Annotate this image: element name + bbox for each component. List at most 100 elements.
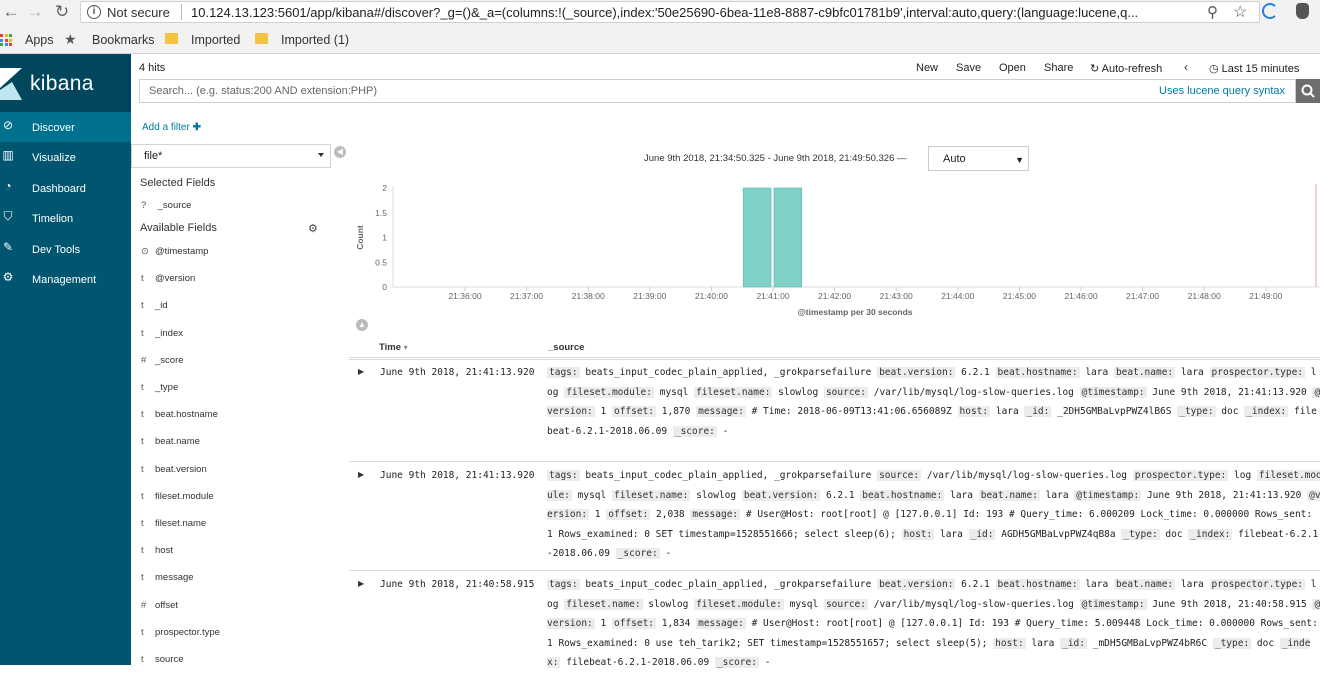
field-item[interactable]: t host <box>141 545 173 556</box>
apps-icon[interactable] <box>0 34 12 46</box>
source-value: - <box>665 548 672 560</box>
kibana-wordmark: kibana <box>30 72 94 95</box>
sync-extension-icon[interactable] <box>1262 3 1278 19</box>
share-button[interactable]: Share <box>1044 62 1073 74</box>
forward-icon[interactable]: → <box>24 3 46 21</box>
open-button[interactable]: Open <box>999 62 1026 74</box>
back-icon[interactable]: ← <box>0 3 22 21</box>
auto-refresh-button[interactable]: ↻ Auto-refresh <box>1090 62 1162 75</box>
nav-discover[interactable]: ⊘ Discover <box>0 112 131 142</box>
source-value: AGDH5GMBaLvpPWZ4qB8a <box>1001 528 1116 540</box>
sort-down-icon[interactable]: ▾ <box>404 343 408 352</box>
source-value: lara <box>995 406 1019 418</box>
reload-icon[interactable]: ↻ <box>51 3 73 21</box>
time-range-label: June 9th 2018, 21:34:50.325 - June 9th 2… <box>644 153 907 164</box>
source-key: message: <box>696 618 746 630</box>
index-pattern-select[interactable]: file* <box>131 144 331 168</box>
field-item[interactable]: # _score <box>141 355 184 366</box>
query-bar[interactable]: Search... (e.g. status:200 AND extension… <box>139 79 1296 103</box>
gear-icon[interactable]: ⚙ <box>308 222 318 235</box>
new-button[interactable]: New <box>916 62 938 74</box>
expand-row-icon[interactable]: ▶ <box>358 367 364 376</box>
nav-visualize[interactable]: ▥ Visualize <box>0 142 131 172</box>
field-item[interactable]: # offset <box>141 600 178 611</box>
prev-time-chevron-icon[interactable]: ‹ <box>1184 60 1188 74</box>
field-item-source-selected[interactable]: ? _source <box>141 200 191 211</box>
refresh-icon: ↻ <box>1090 63 1100 75</box>
field-item[interactable]: t _id <box>141 300 168 311</box>
url-text[interactable]: 10.124.13.123:5601/app/kibana#/discover?… <box>191 5 1201 20</box>
search-icon <box>1301 84 1315 98</box>
source-value: mysql <box>577 489 607 501</box>
x-tick-label: 21:47:00 <box>1126 291 1159 301</box>
row-divider <box>349 570 1320 571</box>
chevron-down-icon <box>318 153 324 157</box>
field-item[interactable]: ⊙ @timestamp <box>141 246 208 257</box>
field-item[interactable]: t beat.version <box>141 464 207 475</box>
bookmark-bookmarks[interactable]: Bookmarks <box>92 33 155 47</box>
field-type-icon: t <box>141 518 144 529</box>
x-tick-label: 21:45:00 <box>1003 291 1036 301</box>
source-key: _score: <box>714 657 759 669</box>
field-type-icon: t <box>141 382 144 393</box>
source-key: beat.hostname: <box>860 489 945 501</box>
table-row[interactable]: ▶ June 9th 2018, 21:40:58.915 tags: beats_… <box>349 575 1320 673</box>
column-header-time[interactable]: Time ▾ <box>379 342 408 353</box>
nav-dashboard[interactable]: ◔ Dashboard <box>0 173 131 203</box>
source-key: offset: <box>611 618 657 630</box>
nav-dev-tools[interactable]: ✎ Dev Tools <box>0 234 131 264</box>
collapse-sidebar-icon[interactable]: ◀ <box>334 146 346 158</box>
field-item[interactable]: t fileset.name <box>141 518 206 529</box>
nav-label: Timelion <box>32 213 74 225</box>
table-row[interactable]: ▶ June 9th 2018, 21:41:13.920 tags: beats_… <box>349 466 1320 564</box>
save-button[interactable]: Save <box>956 62 981 74</box>
add-filter-link[interactable]: Add a filter ✚ <box>142 122 201 133</box>
field-item[interactable]: t prospector.type <box>141 627 220 638</box>
bookmark-imported-1[interactable]: Imported (1) <box>281 33 349 47</box>
field-item[interactable]: t fileset.module <box>141 491 214 502</box>
expand-row-icon[interactable]: ▶ <box>358 470 364 479</box>
field-name: _id <box>155 300 168 312</box>
field-item[interactable]: t _type <box>141 382 178 393</box>
table-row[interactable]: ▶ June 9th 2018, 21:41:13.920 tags: beats_… <box>349 363 1320 461</box>
field-item[interactable]: t source <box>141 654 184 665</box>
evernote-extension-icon[interactable] <box>1296 3 1309 19</box>
zoom-icon[interactable]: ⚲ <box>1207 3 1218 21</box>
nav-management[interactable]: ⚙ Management <box>0 264 131 294</box>
field-name: beat.hostname <box>155 409 218 421</box>
browser-chrome: ← → ↻ i Not secure 10.124.13.123:5601/ap… <box>0 0 1320 54</box>
field-item[interactable]: t _index <box>141 328 183 339</box>
clock-icon: ◷ <box>1209 63 1219 75</box>
row-source: tags: beats_input_codec_plain_applied, _… <box>547 575 1320 673</box>
expand-row-icon[interactable]: ▶ <box>358 579 364 588</box>
source-key: offset: <box>611 406 657 418</box>
hits-count: 4 hits <box>139 62 166 74</box>
collapse-chart-icon[interactable]: ▲ <box>356 319 368 331</box>
source-key: _index: <box>1188 528 1233 540</box>
info-icon[interactable]: i <box>87 5 101 19</box>
interval-select[interactable]: Auto ▼ <box>928 146 1029 171</box>
nav-timelion[interactable]: ⛉ Timelion <box>0 203 131 233</box>
source-value: filebeat-6.2.1-2018.06.09 <box>566 657 710 669</box>
field-item[interactable]: t @version <box>141 273 195 284</box>
search-button[interactable] <box>1296 79 1320 103</box>
histogram-bar <box>742 187 772 288</box>
lucene-syntax-link[interactable]: Uses lucene query syntax <box>1159 85 1285 97</box>
auto-refresh-label: Auto-refresh <box>1101 63 1163 75</box>
field-item[interactable]: t beat.hostname <box>141 409 218 420</box>
source-key: beat.name: <box>1113 367 1176 378</box>
interval-value: Auto <box>943 153 966 165</box>
search-input[interactable]: Search... (e.g. status:200 AND extension… <box>149 85 377 97</box>
field-item[interactable]: t beat.name <box>141 436 200 447</box>
source-key: prospector.type: <box>1132 470 1229 481</box>
field-type-icon: t <box>141 545 144 557</box>
x-tick-label: 21:48:00 <box>1188 291 1221 301</box>
bookmark-star-icon[interactable]: ☆ <box>1233 2 1247 22</box>
source-key: fileset.name: <box>564 598 643 610</box>
time-picker-button[interactable]: ◷ Last 15 minutes <box>1209 62 1299 75</box>
bookmark-apps[interactable]: Apps <box>25 33 54 47</box>
field-item[interactable]: t message <box>141 572 194 583</box>
address-bar[interactable]: i Not secure 10.124.13.123:5601/app/kiba… <box>80 1 1260 23</box>
kibana-logo[interactable]: kibana <box>0 54 131 112</box>
bookmark-imported[interactable]: Imported <box>191 33 240 47</box>
